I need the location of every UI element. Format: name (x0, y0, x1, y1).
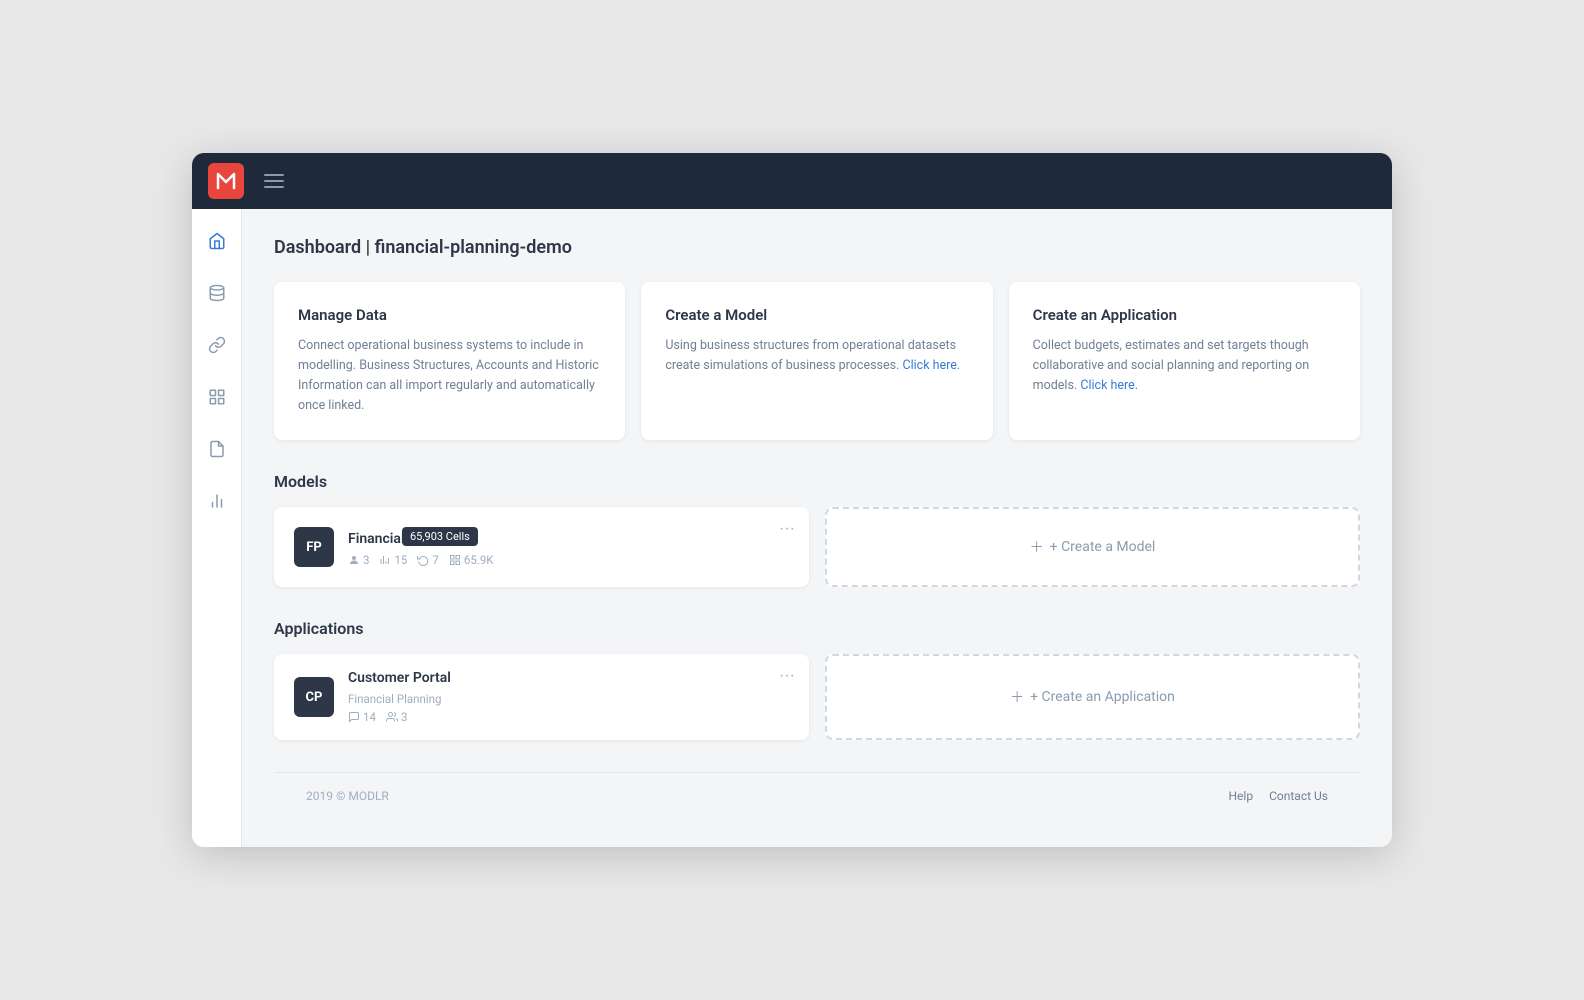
sidebar-item-home[interactable] (201, 225, 233, 257)
info-cards-row: Manage Data Connect operational business… (274, 282, 1360, 440)
create-model-desc: Using business structures from operation… (665, 336, 968, 376)
footer-help-link[interactable]: Help (1229, 789, 1254, 803)
model-fp-tooltip: 65,903 Cells (402, 527, 478, 546)
model-fp-meta: 3 15 7 65.9 (348, 553, 789, 567)
top-nav (192, 153, 1392, 209)
fp-meta-bars: 15 (379, 553, 407, 567)
fp-meta-refresh: 7 (417, 553, 438, 567)
app-cp-card: CP Customer Portal Financial Planning 14 (274, 654, 809, 740)
create-application-button[interactable]: ＋ + Create an Application (825, 654, 1360, 740)
app-cp-info: Customer Portal Financial Planning 14 3 (348, 670, 789, 724)
manage-data-desc: Connect operational business systems to … (298, 336, 601, 416)
create-application-desc: Collect budgets, estimates and set targe… (1033, 336, 1336, 396)
app-window: Dashboard | financial-planning-demo Mana… (192, 153, 1392, 847)
app-cp-meta: 14 3 (348, 710, 789, 724)
sidebar-item-data[interactable] (201, 277, 233, 309)
manage-data-card: Manage Data Connect operational business… (274, 282, 625, 440)
sidebar-item-link[interactable] (201, 329, 233, 361)
model-fp-more-button[interactable]: ··· (779, 521, 795, 537)
cp-meta-users: 3 (386, 710, 407, 724)
models-section-title: Models (274, 472, 1360, 491)
cp-meta-comments: 14 (348, 710, 376, 724)
create-model-label: + Create a Model (1050, 539, 1156, 555)
model-fp-card: FP Financial Pla... 65,903 Cells 3 (274, 507, 809, 587)
fp-meta-cells: 65.9K (449, 553, 494, 567)
create-model-plus-icon: ＋ (1030, 537, 1044, 557)
create-model-title: Create a Model (665, 306, 968, 324)
applications-grid: CP Customer Portal Financial Planning 14 (274, 654, 1360, 740)
footer-contact-link[interactable]: Contact Us (1269, 789, 1328, 803)
app-cp-avatar: CP (294, 677, 334, 717)
footer-links: Help Contact Us (1229, 789, 1329, 803)
models-grid: FP Financial Pla... 65,903 Cells 3 (274, 507, 1360, 587)
sidebar-item-reports[interactable] (201, 485, 233, 517)
app-cp-name: Customer Portal (348, 670, 789, 686)
manage-data-title: Manage Data (298, 306, 601, 324)
create-model-card: Create a Model Using business structures… (641, 282, 992, 440)
content-area: Dashboard | financial-planning-demo Mana… (242, 209, 1392, 847)
create-application-title: Create an Application (1033, 306, 1336, 324)
model-fp-info: Financial Pla... 65,903 Cells 3 15 (348, 528, 789, 567)
page-title: Dashboard | financial-planning-demo (274, 237, 1360, 258)
footer: 2019 © MODLR Help Contact Us (274, 772, 1360, 819)
create-model-link[interactable]: Click here. (902, 358, 960, 373)
sidebar (192, 209, 242, 847)
hamburger-button[interactable] (260, 170, 288, 192)
create-application-card: Create an Application Collect budgets, e… (1009, 282, 1360, 440)
sidebar-item-docs[interactable] (201, 433, 233, 465)
applications-section-title: Applications (274, 619, 1360, 638)
sidebar-item-models[interactable] (201, 381, 233, 413)
app-cp-sublabel: Financial Planning (348, 692, 789, 706)
create-model-button[interactable]: ＋ + Create a Model (825, 507, 1360, 587)
footer-copyright: 2019 © MODLR (306, 789, 389, 803)
app-cp-more-button[interactable]: ··· (779, 668, 795, 684)
logo (208, 163, 244, 199)
create-application-link[interactable]: Click here. (1080, 378, 1138, 393)
create-application-plus-icon: ＋ (1010, 687, 1024, 707)
main-layout: Dashboard | financial-planning-demo Mana… (192, 209, 1392, 847)
fp-meta-users: 3 (348, 553, 369, 567)
create-application-label: + Create an Application (1030, 689, 1175, 705)
model-fp-avatar: FP (294, 527, 334, 567)
